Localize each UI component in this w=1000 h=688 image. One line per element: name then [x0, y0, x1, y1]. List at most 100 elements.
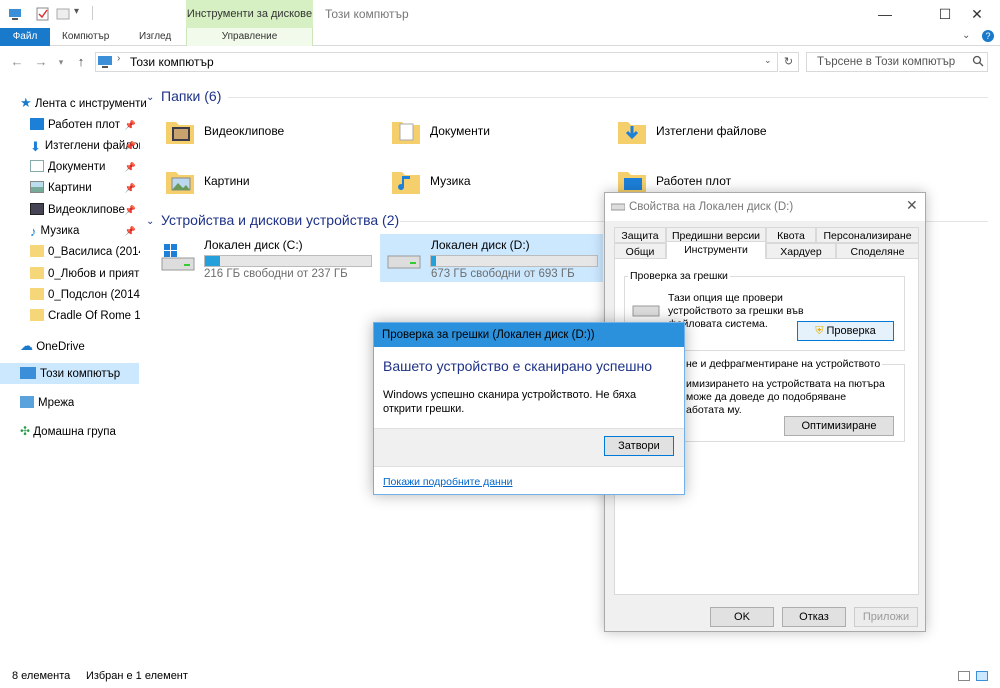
nav-label: 0_Подслон (2014) [48, 289, 140, 301]
nav-folder[interactable]: 0_Василиса (2014) [30, 242, 140, 262]
up-button[interactable]: ↑ [72, 52, 90, 72]
breadcrumb[interactable]: Този компютър [130, 52, 214, 72]
folder-videos[interactable]: Видеоклипове [164, 114, 364, 154]
nav-label: Документи [48, 161, 106, 173]
nav-pictures[interactable]: Картини 📌 [30, 178, 140, 198]
folder-label: Изтеглени файлове [656, 124, 767, 138]
minimize-button[interactable]: — [862, 0, 908, 28]
computer-icon[interactable] [8, 7, 22, 21]
help-icon[interactable]: ? [982, 30, 994, 42]
refresh-button[interactable]: ↻ [779, 52, 799, 72]
drive-usage-bar [430, 255, 598, 267]
back-button[interactable]: ← [8, 52, 26, 72]
nav-quick-access[interactable]: ★ Лента с инструменти [20, 93, 147, 113]
tab-customize[interactable]: Персонализиране [816, 227, 919, 243]
folders-group-header[interactable]: Папки (6) [161, 86, 221, 106]
breadcrumb-chevron-icon[interactable]: › [117, 53, 120, 64]
nav-folder[interactable]: 0_Подслон (2014) [30, 285, 140, 305]
customize-toolbar-icon[interactable]: ▾ [74, 6, 79, 17]
devices-group-header[interactable]: Устройства и дискови устройства (2) [161, 210, 399, 230]
forward-button[interactable]: → [32, 52, 50, 72]
details-view-icon[interactable] [958, 671, 970, 681]
folder-documents[interactable]: Документи [390, 114, 590, 154]
folder-pictures[interactable]: Картини [164, 164, 364, 204]
documents-icon [30, 160, 44, 172]
music-folder-icon [392, 172, 420, 194]
drive-icon [387, 255, 421, 269]
desktop-icon [30, 118, 44, 130]
nav-downloads[interactable]: ⬇Изтеглени файлове📌 [30, 136, 140, 156]
selection-count: Избран е 1 елемент [86, 670, 188, 682]
nav-label: Лента с инструменти [34, 98, 147, 110]
nav-desktop[interactable]: Работен плот 📌 [30, 115, 140, 135]
nav-documents[interactable]: Документи 📌 [30, 157, 140, 177]
tab-view[interactable]: Изглед [127, 28, 183, 46]
folder-downloads[interactable]: Изтеглени файлове [616, 114, 816, 154]
drive-tools-context-tab[interactable]: Инструменти за дисковe [186, 0, 313, 28]
search-input[interactable]: Търсене в Този компютър [806, 52, 988, 72]
new-folder-icon[interactable] [56, 7, 70, 21]
drive-d[interactable]: Локален диск (D:) 673 ГБ свободни от 693… [380, 234, 603, 282]
folder-music[interactable]: Музика [390, 164, 590, 204]
nav-this-pc[interactable]: Този компютър [20, 364, 120, 384]
drive-usage-bar [204, 255, 372, 267]
drive-label: Локален диск (D:) [431, 238, 530, 252]
status-bar: 8 елемента Избран е 1 елемент [0, 664, 1000, 688]
nav-folder[interactable]: Cradle Of Rome 1 [30, 306, 140, 326]
close-icon[interactable]: ✕ [906, 197, 918, 214]
folder-icon [30, 245, 44, 257]
properties-icon[interactable] [36, 7, 50, 21]
download-icon: ⬇ [30, 139, 41, 154]
tab-quota[interactable]: Квота [766, 227, 816, 243]
this-pc-icon [98, 56, 112, 71]
apply-button[interactable]: Приложи [854, 607, 918, 627]
check-button-label: Проверка [826, 325, 876, 337]
tab-hardware[interactable]: Хардуер [766, 243, 836, 259]
nav-label: Мрежа [38, 397, 75, 409]
recent-locations-button[interactable]: ▾ [52, 52, 70, 72]
nav-music[interactable]: ♪ Музика 📌 [30, 221, 140, 241]
folder-label: Документи [430, 124, 490, 138]
tab-file[interactable]: Файл [0, 28, 50, 46]
videos-icon [30, 203, 44, 215]
ok-button[interactable]: OK [710, 607, 774, 627]
pin-icon: 📌 [124, 162, 136, 172]
nav-label: Домашна група [33, 426, 116, 438]
search-icon [972, 55, 984, 70]
nav-network[interactable]: Мрежа [20, 393, 74, 413]
collapse-chevron-icon[interactable]: ⌄ [146, 92, 154, 103]
tab-security[interactable]: Защита [614, 227, 666, 243]
nav-onedrive[interactable]: ☁ OneDrive [20, 336, 85, 356]
check-button[interactable]: ⛨ Проверка [797, 321, 894, 341]
expand-ribbon-icon[interactable]: ⌄ [962, 30, 970, 41]
nav-videos[interactable]: Видеоклипове 📌 [30, 200, 140, 220]
scan-result-message: Windows успешно сканира устройството. Не… [383, 389, 637, 415]
tab-manage[interactable]: Управление [186, 28, 313, 46]
cancel-button[interactable]: Отказ [782, 607, 846, 627]
nav-label: Видеоклипове [48, 204, 125, 216]
show-details-link[interactable]: Покажи подробните данни [383, 476, 513, 488]
nav-folder[interactable]: 0_Любов и прият [30, 264, 140, 284]
tab-computer[interactable]: Компютър [50, 28, 121, 46]
optimize-button[interactable]: Оптимизиране [784, 416, 894, 436]
folder-label: Работен плот [656, 174, 732, 188]
large-icons-view-icon[interactable] [976, 671, 988, 681]
close-dialog-button[interactable]: Затвори [604, 436, 674, 456]
close-button[interactable]: ✕ [954, 0, 1000, 28]
group-divider [228, 97, 988, 98]
drive-c[interactable]: Локален диск (C:) 216 ГБ свободни от 237… [160, 234, 380, 282]
address-dropdown-icon[interactable]: ⌄ [764, 55, 772, 66]
tab-sharing[interactable]: Споделяне [836, 243, 919, 259]
folder-icon [30, 309, 44, 321]
drive-icon [610, 201, 626, 215]
collapse-chevron-icon[interactable]: ⌄ [146, 216, 154, 227]
folder-label: Видеоклипове [204, 124, 285, 138]
item-count: 8 елемента [12, 670, 71, 682]
optimize-group-title: не и дефрагментиране на устройството [684, 358, 883, 370]
windows-drive-icon [161, 244, 195, 271]
nav-homegroup[interactable]: ✣ Домашна група [20, 421, 116, 441]
drive-usage-fill [205, 256, 220, 266]
toolbar-divider [92, 6, 93, 20]
tab-tools[interactable]: Инструменти [666, 241, 766, 259]
tab-general[interactable]: Общи [614, 243, 666, 259]
